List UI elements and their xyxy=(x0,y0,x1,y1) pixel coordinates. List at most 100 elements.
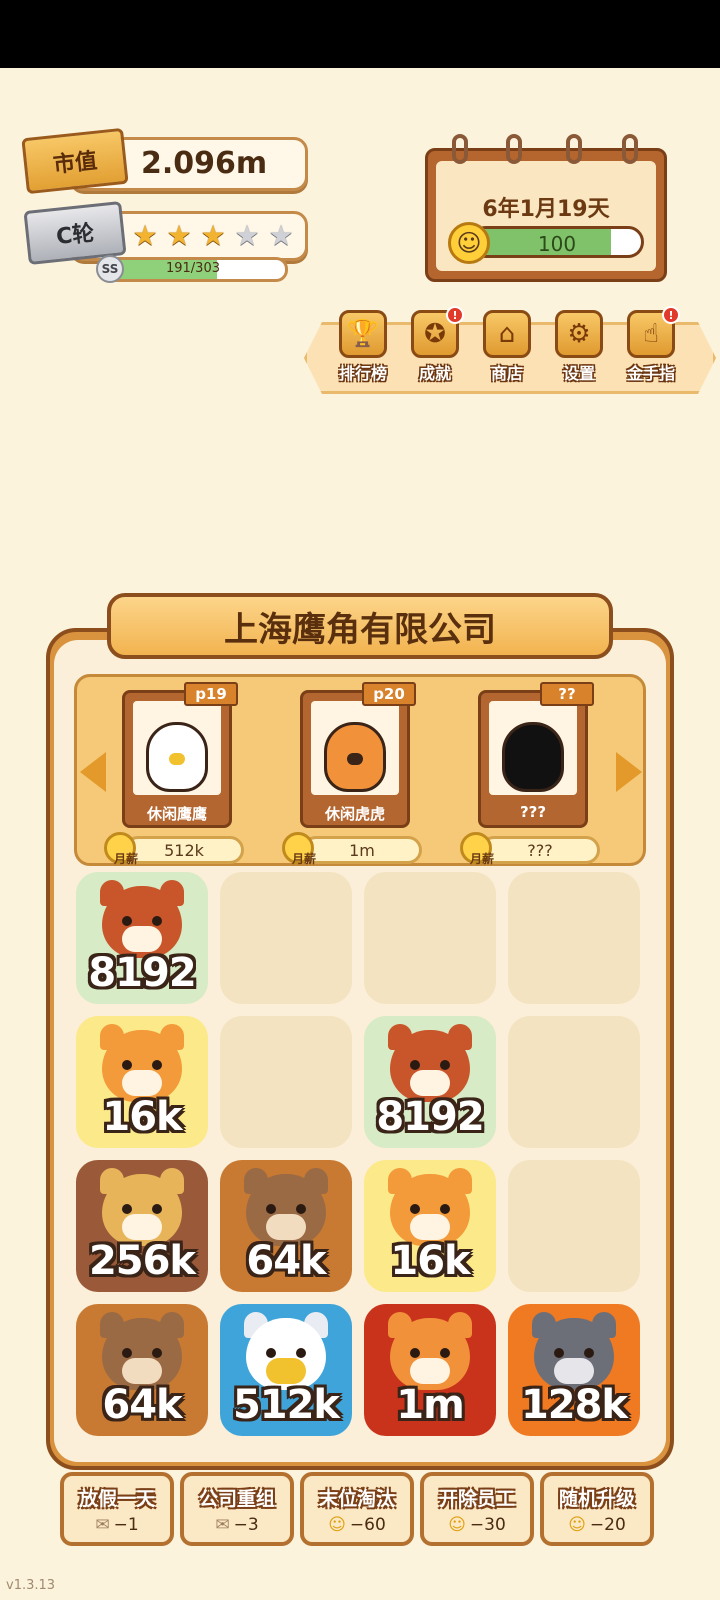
action-label: 开除员工 xyxy=(438,1488,515,1510)
employee-portrait xyxy=(133,701,221,795)
action-cost: ☺ −30 xyxy=(424,1515,530,1535)
gear-icon: ⚙ xyxy=(555,310,603,358)
action-cost-value: −3 xyxy=(233,1515,259,1535)
grade-badge: SS xyxy=(96,255,124,283)
arrow-right-icon[interactable] xyxy=(616,752,642,792)
muzzle-icon xyxy=(266,1214,306,1240)
muzzle-icon xyxy=(122,1070,162,1096)
menu-item-2[interactable]: ⌂ 商店 xyxy=(472,310,542,390)
eye-icon xyxy=(152,916,162,926)
action-button-2[interactable]: 末位淘汰 ☺ −60 xyxy=(300,1472,414,1546)
employee-level-badge: p20 xyxy=(362,682,416,706)
smile-icon: ☺ xyxy=(448,1515,466,1535)
market-value: 2.096m xyxy=(141,146,268,181)
menu-label: 商店 xyxy=(490,364,523,383)
notification-icon: ! xyxy=(446,306,464,324)
salary-label: 月薪 xyxy=(470,852,495,866)
action-button-0[interactable]: 放假一天 ✉ −1 xyxy=(60,1472,174,1546)
action-cost: ✉ −3 xyxy=(184,1515,290,1535)
status-bar xyxy=(0,0,720,68)
eye-icon xyxy=(152,1204,162,1214)
arrow-left-icon[interactable] xyxy=(80,752,106,792)
tile-value: 8192 xyxy=(88,950,196,996)
muzzle-icon xyxy=(122,1214,162,1240)
market-value-tag: 市值 xyxy=(21,127,129,195)
eye-icon xyxy=(122,1204,132,1214)
grid-tile[interactable]: 256k xyxy=(76,1160,208,1292)
action-button-3[interactable]: 开除员工 ☺ −30 xyxy=(420,1472,534,1546)
eye-icon xyxy=(410,1348,420,1358)
grid-cell-empty[interactable] xyxy=(220,1016,352,1148)
muzzle-icon xyxy=(122,1358,162,1384)
grid-cell-empty[interactable] xyxy=(364,872,496,1004)
tile-value: 8192 xyxy=(376,1094,484,1140)
employee-card[interactable]: ????? xyxy=(478,682,594,828)
calendar-ring-icon xyxy=(506,134,522,164)
action-button-4[interactable]: 随机升级 ☺ −20 xyxy=(540,1472,654,1546)
employee-salary: 512k xyxy=(124,836,244,864)
version-label: v1.3.13 xyxy=(6,1578,56,1593)
menu-label: 金手指 xyxy=(626,364,675,383)
grid-tile[interactable]: 8192 xyxy=(364,1016,496,1148)
funding-progress-bar: 191/303 xyxy=(98,257,288,282)
portrait-head xyxy=(146,722,208,792)
menu-item-0[interactable]: 🏆 排行榜 xyxy=(328,310,398,390)
beak-icon xyxy=(169,753,185,765)
eye-icon xyxy=(554,1348,564,1358)
grid-tile[interactable]: 1m xyxy=(364,1304,496,1436)
action-cost: ☺ −60 xyxy=(304,1515,410,1535)
grid-cell-empty[interactable] xyxy=(220,872,352,1004)
muzzle-icon xyxy=(266,1358,306,1384)
eye-icon xyxy=(440,1060,450,1070)
grid-tile[interactable]: 64k xyxy=(76,1304,208,1436)
menu-item-1[interactable]: ✪! 成就 xyxy=(400,306,470,390)
grid-cell-empty[interactable] xyxy=(508,1160,640,1292)
trophy-icon: 🏆 xyxy=(339,310,387,358)
action-cost-value: −1 xyxy=(113,1515,139,1535)
calendar-ring-icon xyxy=(622,134,638,164)
tile-value: 16k xyxy=(390,1238,470,1284)
grid-tile[interactable]: 64k xyxy=(220,1160,352,1292)
notification-icon: ! xyxy=(662,306,680,324)
eye-icon xyxy=(122,1348,132,1358)
grid-cell-empty[interactable] xyxy=(508,1016,640,1148)
portrait-head xyxy=(502,722,564,792)
eye-icon xyxy=(410,1204,420,1214)
star-icon: ★ xyxy=(268,219,294,252)
grid-cell-empty[interactable] xyxy=(508,872,640,1004)
grid-tile[interactable]: 8192 xyxy=(76,872,208,1004)
eye-icon xyxy=(266,1204,276,1214)
muzzle-icon xyxy=(410,1214,450,1240)
tile-value: 512k xyxy=(232,1382,340,1428)
employee-portrait xyxy=(311,701,399,795)
menu-item-3[interactable]: ⚙ 设置 xyxy=(544,310,614,390)
eye-icon xyxy=(152,1348,162,1358)
employee-card[interactable]: 休闲虎虎 p20 xyxy=(300,682,416,828)
grid-tile[interactable]: 512k xyxy=(220,1304,352,1436)
action-cost-value: −60 xyxy=(349,1515,386,1535)
action-cost: ☺ −20 xyxy=(544,1515,650,1535)
tile-value: 64k xyxy=(102,1382,182,1428)
employee-frame: 休闲虎虎 xyxy=(300,690,410,828)
action-button-1[interactable]: 公司重组 ✉ −3 xyxy=(180,1472,294,1546)
grid-tile[interactable]: 128k xyxy=(508,1304,640,1436)
eye-icon xyxy=(584,1348,594,1358)
mood-value: 100 xyxy=(537,232,577,256)
action-cost-value: −20 xyxy=(589,1515,626,1535)
grid-tile[interactable]: 16k xyxy=(76,1016,208,1148)
calendar-date: 6年1月19天 xyxy=(482,197,610,222)
smile-icon: ☺ xyxy=(328,1515,346,1535)
employee-card[interactable]: 休闲鹰鹰 p19 xyxy=(122,682,238,828)
employee-salary: ??? xyxy=(480,836,600,864)
grid-tile[interactable]: 16k xyxy=(364,1160,496,1292)
muzzle-icon xyxy=(122,926,162,952)
employee-level-badge: p19 xyxy=(184,682,238,706)
eye-icon xyxy=(266,1348,276,1358)
nose-icon xyxy=(347,753,363,765)
employee-name: 休闲虎虎 xyxy=(324,805,385,823)
mood-bar: 100 xyxy=(470,226,644,258)
menu-item-4[interactable]: ☝! 金手指 xyxy=(616,306,686,390)
eye-icon xyxy=(296,1348,306,1358)
ticket-icon: ✉ xyxy=(95,1515,110,1535)
portrait-head xyxy=(324,722,386,792)
